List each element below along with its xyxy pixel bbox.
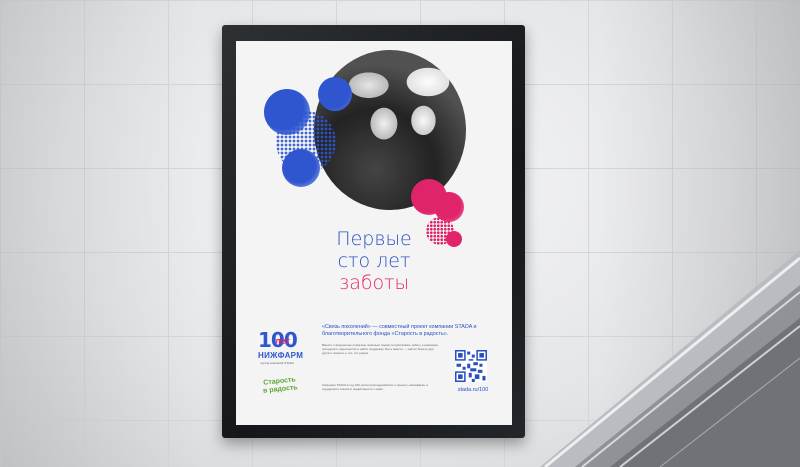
qr-code[interactable] (455, 350, 487, 382)
brand-logo: НИЖФАРМ (258, 351, 304, 360)
headline-line-2: сто лет (337, 250, 411, 272)
poster: Первые сто лет заботы 100 лет НИЖФАРМ гр… (236, 41, 512, 425)
partner-logo: Старость в радость (259, 376, 300, 396)
site-link[interactable]: stada.ru/100 (450, 387, 496, 393)
blue-circle (282, 149, 320, 187)
intro-text: «Связь поколений» — совместный проект ко… (322, 324, 477, 337)
anniversary-let: лет (275, 336, 290, 346)
headline-line-1: Первые (336, 228, 412, 250)
body-text-2: Компании STADA в год 100-летия присоедин… (322, 383, 429, 391)
body-text-1: Вместе с фондом мы помогаем пожилым людя… (322, 343, 439, 355)
anniversary-logo: 100 лет (258, 328, 298, 352)
headline-line-3: заботы (338, 272, 410, 294)
brand-subtitle: группа компаний STADA (260, 361, 294, 365)
blue-circle (318, 77, 352, 111)
